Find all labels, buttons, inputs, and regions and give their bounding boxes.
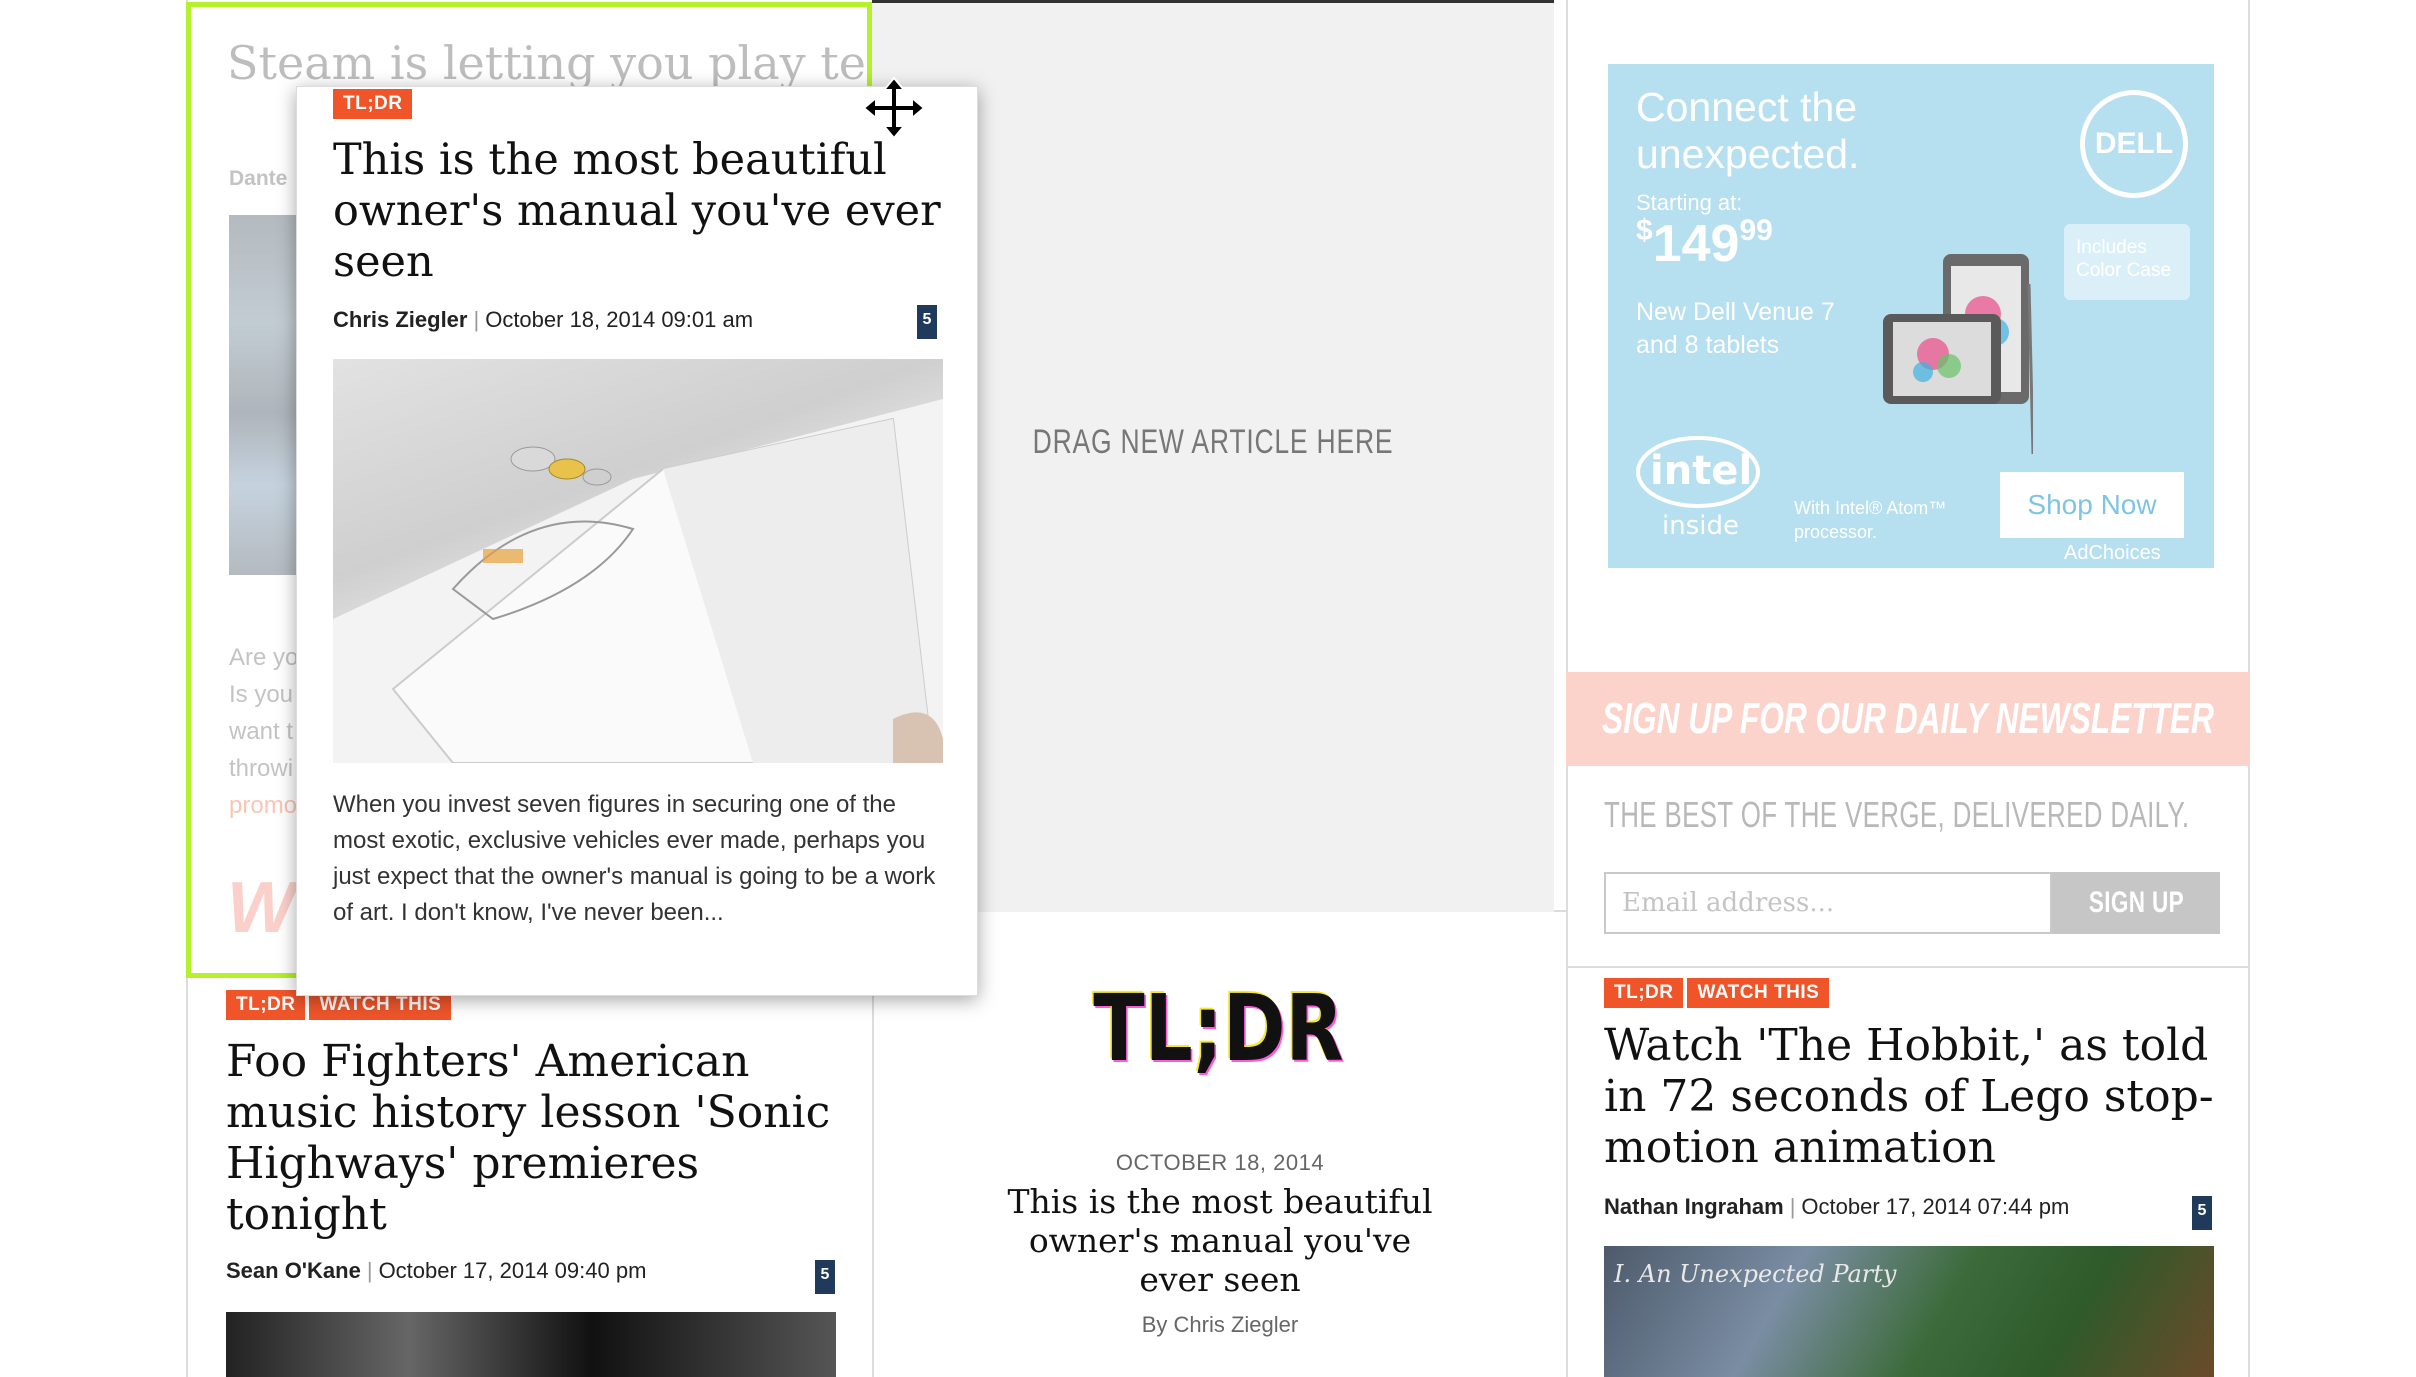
meta-separator: | [366,1258,373,1283]
article-excerpt: When you invest seven figures in securin… [333,791,936,926]
tag-tldr[interactable]: TL;DR [333,89,413,119]
image-caption: I. An Unexpected Party [1614,1260,1897,1288]
ad-includes-line: Includes [2076,237,2147,258]
ad-processor-line: processor. [1794,522,1878,542]
adchoices-link[interactable]: AdChoices [2064,542,2161,565]
article-title[interactable]: Watch 'The Hobbit,' as told in 72 second… [1604,1020,2224,1173]
ad-processor-line: With Intel® Atom™ [1794,498,1947,518]
comment-count-badge[interactable]: 5 [815,1260,835,1294]
article-date: October 17, 2014 09:40 pm [378,1258,647,1283]
article-title[interactable]: Foo Fighters' American music history les… [226,1036,846,1240]
ad-headline: Connect the unexpected. [1636,84,1859,178]
article-author[interactable]: Chris Ziegler [333,307,467,332]
article-meta: Nathan Ingraham | October 17, 2014 07:44 p… [1604,1194,2069,1220]
ad-product-line: New Dell Venue 7 [1636,298,1835,326]
tldr-logo-text: TL;DR [1093,975,1343,1082]
newsletter-tagline: THE BEST OF THE VERGE, DELIVERED DAILY. [1604,794,2190,835]
ad-product-line: and 8 tablets [1636,331,1780,359]
ad-includes-callout: Includes Color Case [2064,224,2190,300]
feature-byline: By Chris Ziegler [1141,1312,1299,1337]
ad-processor: With Intel® Atom™ processor. [1794,496,1946,544]
article-image[interactable]: I. An Unexpected Party [1604,1246,2214,1377]
article-image[interactable] [226,1312,836,1377]
row-divider-right [1566,966,2250,968]
intel-word: intel [1650,448,1752,494]
ad-product: New Dell Venue 7 and 8 tablets [1636,296,1835,362]
newsletter-banner: SIGN UP FOR OUR DAILY NEWSLETTER [1566,672,2250,766]
newsletter-banner-text: SIGN UP FOR OUR DAILY NEWSLETTER [1602,694,2214,743]
tag-group: TL;DR WATCH THIS [1604,978,1833,1008]
sign-up-button-label: SIGN UP [2088,886,2184,919]
intel-inside: inside [1662,511,1739,541]
ad-price: $14999 [1636,214,1773,274]
price-symbol: $ [1636,214,1653,247]
article-meta: Chris Ziegler | October 18, 2014 09:01 am [333,307,753,333]
dragged-article-card[interactable]: TL;DR This is the most beautiful owner's… [296,86,978,996]
article-title[interactable]: This is the most beautiful owner's manua… [333,135,943,288]
comment-count-badge[interactable]: 5 [2192,1196,2212,1230]
article-author[interactable]: Sean O'Kane [226,1258,361,1283]
price-main: 149 [1652,215,1740,273]
feature-title[interactable]: This is the most beautiful owner's manua… [990,1182,1450,1299]
tag-tldr[interactable]: TL;DR [226,990,306,1020]
article-image[interactable] [333,359,943,763]
article-meta: Sean O'Kane | October 17, 2014 09:40 pm [226,1258,646,1284]
move-cursor-icon [862,76,926,140]
dell-logo: DELL [2080,90,2188,198]
article-date: October 18, 2014 09:01 am [485,307,754,332]
comment-count-badge[interactable]: 5 [917,305,937,339]
tag-watch-this[interactable]: WATCH THIS [1687,978,1830,1008]
advertisement[interactable]: Connect the unexpected. Starting at: $14… [1608,64,2214,568]
article-title: Steam is letting you play ten gar [227,36,867,90]
price-cents: 99 [1739,214,1773,247]
shop-now-button[interactable]: Shop Now [2000,472,2184,538]
manual-book-illustration [333,399,943,763]
email-field[interactable] [1604,872,2052,934]
tldr-logo: TL;DR TL;DR TL;DR [1092,973,1346,1084]
ad-headline-line: Connect the [1636,84,1858,130]
intel-inside-logo: intel inside [1636,436,1760,541]
meta-separator: | [473,307,480,332]
ad-headline-line: unexpected. [1636,131,1860,177]
article-author: Dante [229,167,288,190]
meta-separator: | [1789,1194,1796,1219]
article-date: October 17, 2014 07:44 pm [1801,1194,2070,1219]
sign-up-button[interactable]: SIGN UP [2052,872,2220,934]
tablet-image [1883,254,2033,455]
ad-starting-label: Starting at: [1636,190,1743,215]
tag-tldr[interactable]: TL;DR [1604,978,1684,1008]
article-author[interactable]: Nathan Ingraham [1604,1194,1784,1219]
feature-date: OCTOBER 18, 2014 [1115,1150,1325,1175]
drop-zone-label: DRAG NEW ARTICLE HERE [1032,423,1394,461]
ad-includes-line: Color Case [2076,260,2172,281]
